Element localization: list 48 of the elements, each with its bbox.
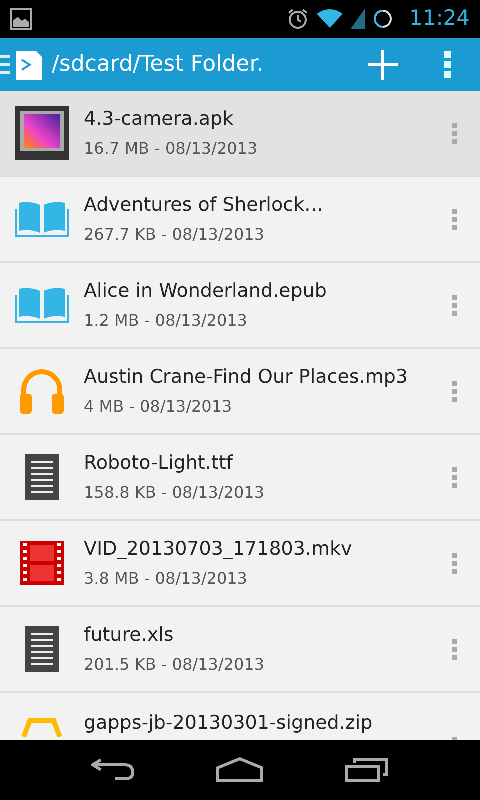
file-name: future.xls [84, 622, 175, 648]
file-details: 267.7 KB - 08/13/2013 [84, 224, 266, 246]
home-icon[interactable] [216, 757, 264, 783]
battery-icon [373, 9, 394, 29]
clock: 11:24 [409, 5, 470, 32]
more-icon[interactable] [452, 639, 457, 660]
more-icon[interactable] [452, 295, 457, 316]
book-icon [15, 201, 69, 237]
add-icon [368, 50, 398, 80]
file-details: 158.8 KB - 08/13/2013 [84, 482, 266, 504]
film-icon [20, 541, 64, 585]
more-icon[interactable] [452, 209, 457, 230]
file-details: 201.5 KB - 08/13/2013 [84, 654, 266, 676]
more-icon[interactable] [452, 467, 457, 488]
file-name: 4.3-camera.apk [84, 106, 235, 132]
image-icon [15, 106, 69, 160]
more-icon[interactable] [452, 381, 457, 402]
alarm-icon [287, 8, 310, 30]
folder-path: /sdcard/Test Folder. [52, 51, 265, 79]
file-name: gapps-jb-20130301-signed.zip [84, 711, 374, 736]
file-name: Roboto-Light.ttf [84, 450, 234, 476]
file-row[interactable]: Austin Crane-Find Our Places.mp3 4 MB - 08/13/2013 [0, 349, 480, 435]
file-row[interactable]: future.xls 201.5 KB - 08/13/2013 [0, 607, 480, 693]
document-icon [25, 454, 59, 500]
document-icon [25, 626, 59, 672]
file-details: 16.7 MB - 08/13/2013 [84, 138, 259, 160]
file-name: VID_20130703_171803.mkv [84, 536, 354, 562]
file-row[interactable]: Roboto-Light.ttf 158.8 KB - 08/13/2013 [0, 435, 480, 521]
file-name: Alice in Wonderland.epub [84, 278, 328, 304]
more-icon[interactable] [452, 123, 457, 144]
file-name: Austin Crane-Find Our Places.mp3 [84, 364, 409, 390]
box-icon [20, 717, 64, 737]
signal-icon [351, 9, 366, 29]
file-details: 4 MB - 08/13/2013 [84, 396, 234, 418]
book-icon [15, 287, 69, 323]
back-icon[interactable] [90, 757, 135, 783]
file-details: 1.2 MB - 08/13/2013 [84, 310, 248, 332]
file-details: 3.8 MB - 08/13/2013 [84, 568, 248, 590]
file-row[interactable]: VID_20130703_171803.mkv 3.8 MB - 08/13/2013 [0, 521, 480, 607]
file-row[interactable]: 4.3-camera.apk 16.7 MB - 08/13/2013 [0, 91, 480, 177]
gallery-icon [10, 8, 32, 30]
file-row[interactable]: Adventures of Sherlock… 267.7 KB - 08/13/2013 [0, 177, 480, 263]
wifi-icon [317, 9, 344, 29]
file-name: Adventures of Sherlock… [84, 192, 325, 218]
more-icon[interactable] [452, 553, 457, 574]
more-icon [444, 50, 452, 78]
recent-apps-icon[interactable] [345, 757, 390, 783]
file-row[interactable]: Alice in Wonderland.epub 1.2 MB - 08/13/2013 [0, 263, 480, 349]
